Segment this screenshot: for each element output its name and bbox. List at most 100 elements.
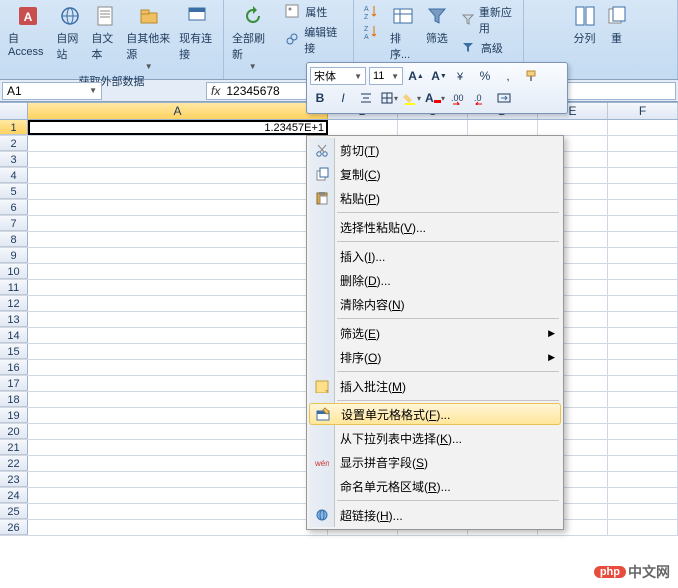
cell[interactable]	[608, 136, 678, 151]
menu-item-r[interactable]: 命名单元格区域(R)...	[309, 474, 561, 498]
cell[interactable]	[28, 360, 328, 375]
text-to-columns-button[interactable]: 分列	[569, 2, 601, 48]
properties-button[interactable]: 属性	[281, 2, 349, 22]
align-center-button[interactable]	[356, 88, 376, 108]
menu-item-s[interactable]: wén显示拼音字段(S)	[309, 450, 561, 474]
comma-format-button[interactable]: ,	[498, 66, 518, 86]
fill-color-button[interactable]: ▾	[402, 88, 422, 108]
cell[interactable]	[608, 168, 678, 183]
existing-conn-button[interactable]: 现有连接	[175, 2, 219, 64]
cell[interactable]	[608, 296, 678, 311]
cell[interactable]	[28, 408, 328, 423]
cell[interactable]	[608, 264, 678, 279]
menu-item-k[interactable]: 从下拉列表中选择(K)...	[309, 426, 561, 450]
font-combo[interactable]: 宋体▼	[310, 67, 366, 85]
row-header[interactable]: 16	[0, 360, 28, 375]
cell[interactable]	[28, 200, 328, 215]
font-color-button[interactable]: A▾	[425, 88, 445, 108]
cell[interactable]	[28, 136, 328, 151]
cell[interactable]	[608, 376, 678, 391]
percent-format-button[interactable]: %	[475, 66, 495, 86]
select-all-corner[interactable]	[0, 103, 28, 119]
row-header[interactable]: 4	[0, 168, 28, 183]
sort-button[interactable]: 排序...	[386, 2, 421, 64]
cell[interactable]	[608, 520, 678, 535]
row-header[interactable]: 13	[0, 312, 28, 327]
row-header[interactable]: 19	[0, 408, 28, 423]
cell[interactable]	[28, 168, 328, 183]
bold-button[interactable]: B	[310, 88, 330, 108]
cell[interactable]	[28, 152, 328, 167]
cell[interactable]	[28, 216, 328, 231]
cell[interactable]	[608, 152, 678, 167]
column-header-A[interactable]: A	[28, 103, 328, 119]
grow-font-button[interactable]: A▲	[406, 66, 426, 86]
cell[interactable]	[608, 232, 678, 247]
cell[interactable]	[608, 120, 678, 135]
menu-item-t[interactable]: 剪切(T)	[309, 138, 561, 162]
column-header-F[interactable]: F	[608, 103, 678, 119]
cell[interactable]	[28, 312, 328, 327]
cell[interactable]	[608, 392, 678, 407]
cell[interactable]	[608, 216, 678, 231]
cell[interactable]	[28, 232, 328, 247]
cell[interactable]	[608, 328, 678, 343]
row-header[interactable]: 12	[0, 296, 28, 311]
font-size-combo[interactable]: 11▼	[369, 67, 403, 85]
menu-item-d[interactable]: 删除(D)...	[309, 268, 561, 292]
row-header[interactable]: 23	[0, 472, 28, 487]
row-header[interactable]: 10	[0, 264, 28, 279]
row-header[interactable]: 6	[0, 200, 28, 215]
row-header[interactable]: 22	[0, 456, 28, 471]
cell[interactable]	[608, 248, 678, 263]
row-header[interactable]: 17	[0, 376, 28, 391]
name-box[interactable]: A1 ▼	[2, 82, 102, 100]
row-header[interactable]: 3	[0, 152, 28, 167]
menu-item-v[interactable]: 选择性粘贴(V)...	[309, 215, 561, 239]
advanced-button[interactable]: 高级	[457, 38, 519, 58]
menu-item-h[interactable]: 超链接(H)...	[309, 503, 561, 527]
row-header[interactable]: 18	[0, 392, 28, 407]
from-web-button[interactable]: 自网站	[52, 2, 87, 64]
cell[interactable]	[28, 392, 328, 407]
reapply-button[interactable]: 重新应用	[457, 2, 519, 38]
from-access-button[interactable]: A 自 Access	[4, 2, 52, 60]
cell[interactable]	[28, 440, 328, 455]
cell[interactable]	[28, 328, 328, 343]
row-header[interactable]: 2	[0, 136, 28, 151]
menu-item-f[interactable]: 设置单元格格式(F)...	[309, 403, 561, 425]
cell[interactable]	[608, 472, 678, 487]
italic-button[interactable]: I	[333, 88, 353, 108]
cell[interactable]	[608, 360, 678, 375]
cell[interactable]	[28, 376, 328, 391]
refresh-all-button[interactable]: 全部刷新 ▼	[228, 2, 277, 73]
cell[interactable]	[328, 120, 398, 135]
dropdown-icon[interactable]: ▼	[89, 86, 97, 95]
cell[interactable]	[28, 424, 328, 439]
cell[interactable]	[28, 248, 328, 263]
row-header[interactable]: 15	[0, 344, 28, 359]
row-header[interactable]: 20	[0, 424, 28, 439]
cell[interactable]	[608, 408, 678, 423]
from-other-button[interactable]: 自其他来源 ▼	[122, 2, 175, 73]
merge-center-button[interactable]	[494, 88, 514, 108]
cell[interactable]	[28, 280, 328, 295]
cell[interactable]	[28, 456, 328, 471]
cell-A1[interactable]: 1.23457E+1	[28, 120, 328, 135]
menu-item-c[interactable]: 复制(C)	[309, 162, 561, 186]
decrease-decimal-button[interactable]: .00	[448, 88, 468, 108]
increase-decimal-button[interactable]: .0	[471, 88, 491, 108]
row-header[interactable]: 9	[0, 248, 28, 263]
menu-item-m[interactable]: 插入批注(M)	[309, 374, 561, 398]
cell[interactable]	[608, 312, 678, 327]
row-header[interactable]: 11	[0, 280, 28, 295]
cell[interactable]	[28, 344, 328, 359]
format-painter-button[interactable]	[521, 66, 541, 86]
cell[interactable]	[608, 280, 678, 295]
cell[interactable]	[608, 184, 678, 199]
filter-button[interactable]: 筛选	[421, 2, 453, 48]
row-header[interactable]: 5	[0, 184, 28, 199]
cell[interactable]	[398, 120, 468, 135]
accounting-format-button[interactable]: ¥	[452, 66, 472, 86]
cell[interactable]	[28, 184, 328, 199]
